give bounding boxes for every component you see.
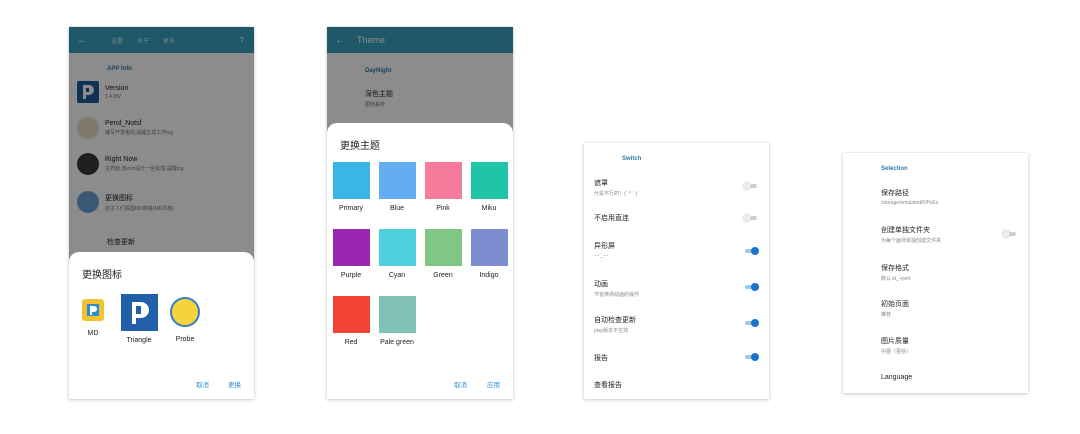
- change-theme-dialog: 更换主题 Primary Blue Pink Miku Purple Cyan Green I…: [327, 123, 513, 399]
- probe-icon: [170, 297, 200, 327]
- icon-option-label: MD: [87, 330, 99, 337]
- section-header: Selection: [881, 166, 908, 172]
- color-swatch: [470, 229, 508, 266]
- setting-subtitle: ---:_---: [594, 253, 609, 259]
- theme-swatch-option[interactable]: Primary: [331, 162, 371, 212]
- setting-row-view-report[interactable]: 查看报告: [594, 380, 759, 390]
- separate-folder-toggle[interactable]: [1002, 230, 1018, 238]
- theme-swatch-option[interactable]: Green: [423, 229, 463, 279]
- swatch-label: Pale green: [380, 339, 414, 346]
- icon-option-md[interactable]: MD: [69, 294, 117, 337]
- theme-swatch-option[interactable]: Pale green: [377, 296, 417, 346]
- setting-row-direct[interactable]: 不启用直连: [594, 213, 759, 223]
- swatch-label: Green: [433, 272, 453, 279]
- color-swatch: [378, 162, 416, 199]
- theme-swatch-option[interactable]: Purple: [331, 229, 371, 279]
- animation-toggle[interactable]: [743, 283, 759, 291]
- setting-row-mask[interactable]: 遮罩 什是不行的！(´ ^ ` ): [594, 178, 759, 197]
- setting-subtitle: 推荐: [881, 312, 892, 318]
- swatch-label: Cyan: [388, 272, 406, 279]
- swatch-label: Indigo: [479, 272, 499, 279]
- setting-title: 图片质量: [881, 338, 909, 345]
- setting-title: 异形屏: [594, 243, 615, 250]
- setting-row-notch[interactable]: 异形屏 ---:_---: [594, 241, 759, 259]
- icon-option-label: Triangle: [126, 337, 152, 344]
- color-swatch: [332, 296, 370, 333]
- apply-button[interactable]: 应用: [487, 379, 500, 389]
- setting-subtitle: 为每个画师单独创建文件夹: [881, 238, 942, 244]
- setting-title: 查看报告: [594, 382, 622, 389]
- setting-title: 保存格式: [881, 265, 909, 272]
- color-swatch: [470, 162, 508, 199]
- theme-swatch-option[interactable]: Red: [331, 296, 371, 346]
- color-swatch: [424, 162, 462, 199]
- change-icon-dialog: 更换图标 MD Triangle Probe 取消 更换: [69, 252, 254, 399]
- theme-swatch-option[interactable]: Pink: [423, 162, 463, 212]
- phone-switch-settings: Switch 遮罩 什是不行的！(´ ^ ` ) 不启用直连 异形屏 ---:_…: [584, 143, 769, 399]
- swatch-label: Pink: [436, 205, 450, 212]
- color-swatch: [378, 296, 416, 333]
- cancel-button[interactable]: 取消: [454, 379, 467, 389]
- color-swatch: [378, 229, 416, 266]
- color-swatch: [332, 162, 370, 199]
- color-swatch: [332, 229, 370, 266]
- theme-swatch-option[interactable]: Indigo: [469, 229, 509, 279]
- phone-theme: ← Theme DayNight 深色主题 跟随系统 更换主题 Primary B…: [327, 27, 513, 399]
- setting-title: 自动检查更新: [594, 317, 636, 324]
- auto-update-toggle[interactable]: [743, 319, 759, 327]
- setting-row-report[interactable]: 报告: [594, 353, 759, 363]
- setting-row-start-page[interactable]: 初始页面 推荐: [881, 299, 1018, 318]
- setting-title: 保存路径: [881, 190, 909, 197]
- triangle-icon: [120, 294, 158, 331]
- setting-row-auto-update[interactable]: 自动检查更新 play版本不生效: [594, 315, 759, 334]
- phone-selection-settings: Selection 保存路径 /storage/emulated/0/PxEz …: [843, 153, 1028, 393]
- setting-row-save-path[interactable]: 保存路径 /storage/emulated/0/PxEz: [881, 188, 1018, 206]
- setting-title: 报告: [594, 355, 608, 362]
- setting-subtitle: 节省换场动画的操作: [594, 292, 640, 298]
- setting-subtitle: 中图（更快）: [881, 349, 912, 355]
- swatch-label: Primary: [338, 205, 364, 212]
- setting-title: 不启用直连: [594, 215, 629, 222]
- phone-app-info: ← 设置 关于 更多 ? APP Info Version 1.4.9W Per…: [69, 27, 254, 399]
- icon-option-label: Probe: [175, 336, 195, 343]
- mask-toggle[interactable]: [743, 182, 759, 190]
- icon-option-triangle[interactable]: Triangle: [115, 294, 163, 344]
- theme-swatch-option[interactable]: Cyan: [377, 229, 417, 279]
- setting-title: Language: [881, 374, 913, 381]
- swatch-label: Red: [344, 339, 358, 346]
- swatch-label: Purple: [340, 272, 362, 279]
- dialog-title: 更换图标: [82, 270, 122, 281]
- setting-row-save-format[interactable]: 保存格式 默认.kt_+port: [881, 263, 1018, 282]
- confirm-button[interactable]: 更换: [228, 379, 241, 389]
- screenshot-stage: ← 设置 关于 更多 ? APP Info Version 1.4.9W Per…: [0, 0, 1080, 434]
- setting-subtitle: 默认.kt_+port: [881, 276, 911, 282]
- setting-row-separate-folder[interactable]: 创建单独文件夹 为每个画师单独创建文件夹: [881, 225, 1018, 244]
- dialog-title: 更换主题: [340, 141, 380, 152]
- swatch-label: Blue: [389, 205, 404, 212]
- setting-title: 创建单独文件夹: [881, 227, 930, 234]
- notch-toggle[interactable]: [743, 247, 759, 255]
- section-header: Switch: [622, 156, 642, 162]
- setting-row-animation[interactable]: 动画 节省换场动画的操作: [594, 279, 759, 298]
- setting-row-language[interactable]: Language: [881, 374, 1018, 381]
- setting-title: 初始页面: [881, 301, 909, 308]
- swatch-label: Miku: [481, 205, 497, 212]
- theme-swatch-option[interactable]: Blue: [377, 162, 417, 212]
- color-swatch: [424, 229, 462, 266]
- setting-subtitle: 什是不行的！(´ ^ ` ): [594, 191, 638, 197]
- setting-title: 动画: [594, 281, 608, 288]
- direct-toggle[interactable]: [743, 214, 759, 222]
- theme-swatch-option[interactable]: Miku: [469, 162, 509, 212]
- report-toggle[interactable]: [743, 353, 759, 361]
- cancel-button[interactable]: 取消: [196, 379, 209, 389]
- setting-row-image-quality[interactable]: 图片质量 中图（更快）: [881, 336, 1018, 355]
- setting-subtitle: play版本不生效: [594, 328, 629, 334]
- setting-subtitle: /storage/emulated/0/PxEz: [881, 200, 939, 206]
- setting-title: 遮罩: [594, 180, 608, 187]
- md-icon: [82, 299, 104, 321]
- icon-option-probe[interactable]: Probe: [161, 294, 209, 343]
